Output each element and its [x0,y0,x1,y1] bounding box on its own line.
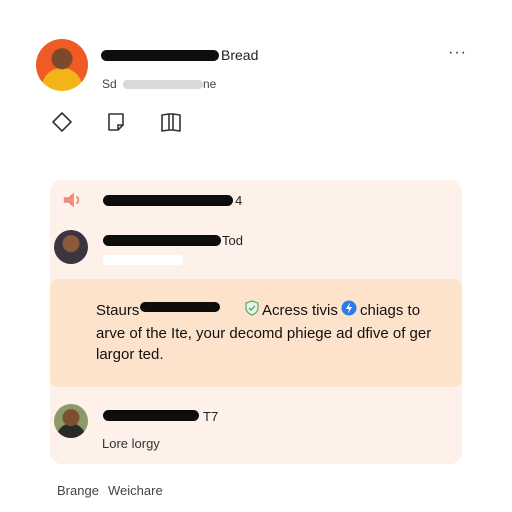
row2-name: Tod [222,233,243,248]
book-icon[interactable] [159,110,183,134]
redacted-row2-sub [103,255,183,265]
more-options-icon[interactable]: ··· [448,44,467,62]
diamond-icon[interactable] [50,110,74,134]
redacted-status [140,302,220,312]
footer-link-left[interactable]: Brange [57,483,99,498]
profile-name: Bread [221,47,259,63]
bolt-icon [341,300,357,316]
redacted-subtitle [123,80,203,89]
row3-text: Lore lorgy [102,436,160,451]
status-label: Staurs [96,302,140,319]
redacted-row1 [103,195,233,206]
profile-avatar[interactable] [36,39,88,91]
redacted-name [101,50,219,61]
profile-subtitle-end: ne [203,77,217,91]
commenter-avatar[interactable] [54,404,88,438]
shield-icon [245,300,259,316]
commenter-avatar[interactable] [54,230,88,264]
note-icon[interactable] [104,110,128,134]
status-body-line: arve of the Ite, your decomd phiege ad d… [96,325,432,342]
status-right-text-2: chiags to [360,302,421,319]
status-right-text: Acress tivis [262,302,338,319]
speaker-icon[interactable] [61,189,83,211]
redacted-row2 [103,235,221,246]
row1-count: 4 [235,193,243,208]
profile-subtitle-start: Sd [102,77,117,91]
row3-count: T7 [203,409,219,424]
footer-link-right[interactable]: Weichare [108,483,163,498]
status-body-line: largor ted. [96,346,164,363]
redacted-row3 [103,410,199,421]
